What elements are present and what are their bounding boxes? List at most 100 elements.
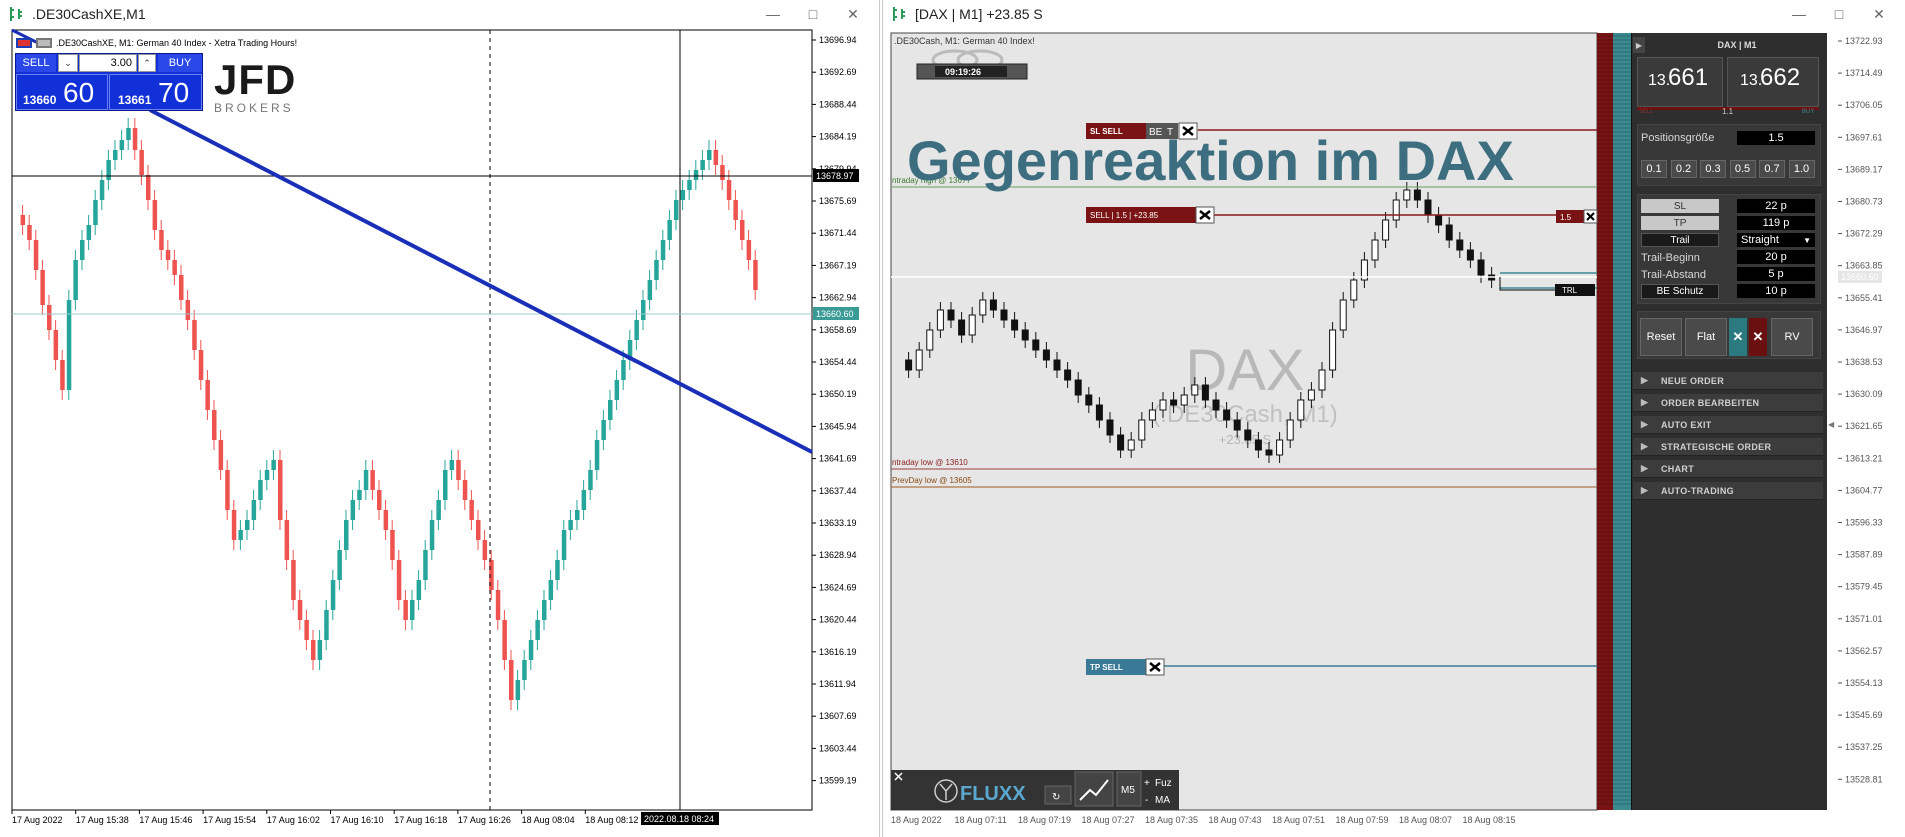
panel-header: DAX | M1	[1717, 40, 1757, 50]
price-tick-label: 13689.17	[1845, 164, 1883, 174]
panel-collapse-icon[interactable]: ▶	[1633, 37, 1645, 53]
panel-section-label: AUTO EXIT	[1661, 419, 1712, 430]
candle-body	[1456, 239, 1464, 251]
sl-toggle[interactable]: SL	[1641, 199, 1719, 213]
prevday-low-label: PrevDay low @ 13605	[892, 476, 972, 485]
candle-body	[1424, 199, 1432, 216]
close-buy-icon[interactable]: ✕	[1729, 318, 1747, 356]
be-protect-toggle[interactable]: BE Schutz	[1641, 284, 1719, 299]
close-sell-icon[interactable]: ✕	[1749, 318, 1767, 356]
trail-distance-input[interactable]: 5 p	[1737, 267, 1815, 281]
tp-order-label: TP SELL	[1090, 663, 1123, 672]
time-tick-label: 18 Aug 08:07	[1399, 815, 1452, 825]
fuz-button[interactable]: Fuz	[1155, 778, 1172, 789]
panel-section-label: CHART	[1661, 463, 1694, 474]
price-tick-label: 13638.53	[1845, 357, 1883, 367]
candle-body	[1127, 439, 1135, 451]
quick-size-button[interactable]: 1.0	[1788, 160, 1815, 178]
intraday-low-label: ntraday low @ 13610	[892, 458, 968, 467]
candle-body	[1392, 199, 1400, 221]
quick-size-button[interactable]: 0.5	[1729, 160, 1756, 178]
trail-distance-label: Trail-Abstand	[1641, 269, 1707, 281]
panel-expand-icon[interactable]: ◀	[1828, 420, 1834, 429]
candle-body	[1095, 404, 1103, 421]
position-size-label: Positionsgröße	[1641, 132, 1715, 144]
ask-small: 13.	[1740, 72, 1763, 89]
time-tick-label: 18 Aug 07:19	[1018, 815, 1071, 825]
quick-size-button[interactable]: 0.7	[1759, 160, 1785, 178]
plus-label[interactable]: +	[1144, 778, 1150, 789]
trl-tag-label: TRL	[1562, 286, 1578, 295]
quick-size-button[interactable]: 0.1	[1641, 160, 1667, 178]
volume-profile-red-bar	[1597, 33, 1613, 810]
position-size-input[interactable]: 1.5	[1737, 131, 1815, 145]
volume-profile-teal-bar	[1613, 33, 1631, 810]
minus-label[interactable]: -	[1145, 795, 1148, 806]
candle-body	[1074, 379, 1082, 396]
candle-body	[989, 299, 997, 311]
candle-body	[1180, 394, 1188, 406]
candle-body	[1382, 219, 1390, 241]
candle-body	[968, 314, 976, 336]
rv-button[interactable]: RV	[1771, 318, 1813, 356]
candle-body	[1021, 329, 1029, 341]
price-tick-label: 13630.09	[1845, 389, 1883, 399]
trail-begin-input[interactable]: 20 p	[1737, 250, 1815, 264]
price-tick-label: 13706.05	[1845, 100, 1883, 110]
candle-body	[1435, 214, 1443, 226]
trend-tool-button[interactable]	[1074, 771, 1114, 807]
candle-body	[1339, 299, 1347, 331]
price-tick-label: 13587.89	[1845, 550, 1883, 560]
candle-body	[1244, 429, 1252, 441]
price-tick-label: 13554.13	[1845, 678, 1883, 688]
panel-section-auto-trading[interactable]: ▶ AUTO-TRADING	[1633, 482, 1823, 500]
right-bid-price-tag: 13660.60	[1841, 272, 1879, 282]
right-chart-header: .DE30Cash, M1: German 40 Index!	[894, 36, 1035, 46]
trail-begin-label: Trail-Beginn	[1641, 252, 1700, 264]
right-time-axis: 18 Aug 2022 18 Aug 07:11 18 Aug 07:19 18 Au…	[891, 815, 1516, 825]
reset-button[interactable]: Reset	[1640, 318, 1682, 356]
ma-button[interactable]: MA	[1155, 795, 1170, 806]
be-protect-input[interactable]: 10 p	[1737, 284, 1815, 298]
panel-section-strategische-order[interactable]: ▶ STRATEGISCHE ORDER	[1633, 438, 1823, 456]
candle-body	[1276, 439, 1284, 456]
timeframe-m5-label: M5	[1121, 785, 1135, 796]
lot-tag-label: 1.5	[1560, 213, 1572, 222]
right-chart[interactable]: .DE30Cash, M1: German 40 Index! 09:19:26…	[0, 0, 1905, 837]
sl-input[interactable]: 22 p	[1737, 199, 1815, 213]
time-tick-label: 18 Aug 07:11	[955, 815, 1007, 825]
time-tick-label: 18 Aug 07:51	[1272, 815, 1325, 825]
watermark-subtitle: (.DE30Cash, M1)	[1152, 401, 1337, 428]
candle-body	[1106, 419, 1114, 436]
panel-section-neue-order[interactable]: ▶ NEUE ORDER	[1633, 372, 1823, 390]
ask-quote-box[interactable]: 13. 662	[1727, 57, 1819, 107]
panel-section-label: AUTO-TRADING	[1661, 485, 1734, 496]
right-price-axis: 13722.93 13714.49 13706.05 13697.61 13689.17…	[1838, 36, 1883, 784]
panel-section-label: ORDER BEARBEITEN	[1661, 397, 1760, 408]
panel-section-chart[interactable]: ▶ CHART	[1633, 460, 1823, 478]
time-tick-label: 18 Aug 08:15	[1463, 815, 1516, 825]
bid-quote-box[interactable]: 13. 661	[1637, 57, 1723, 107]
price-tick-label: 13714.49	[1845, 68, 1883, 78]
candle-body	[1265, 449, 1273, 456]
price-tick-label: 13621.65	[1845, 421, 1883, 431]
panel-section-order-bearbeiten[interactable]: ▶ ORDER BEARBEITEN	[1633, 394, 1823, 412]
trail-toggle[interactable]: Trail	[1641, 233, 1719, 247]
candle-body	[1053, 359, 1061, 371]
candle-body	[1350, 279, 1358, 301]
quick-size-button[interactable]: 0.3	[1700, 160, 1726, 178]
quick-size-button[interactable]: 0.2	[1670, 160, 1697, 178]
candle-body	[979, 299, 987, 316]
headline-overlay: Gegenreaktion im DAX	[907, 129, 1514, 192]
time-tick-label: 18 Aug 2022	[891, 815, 942, 825]
flat-button[interactable]: Flat	[1685, 318, 1727, 356]
tp-input[interactable]: 119 p	[1737, 216, 1815, 230]
candle-body	[1233, 419, 1241, 431]
panel-section-auto-exit[interactable]: ▶ AUTO EXIT	[1633, 416, 1823, 434]
tp-toggle[interactable]: TP	[1641, 216, 1719, 230]
price-tick-label: 13613.21	[1845, 453, 1883, 463]
price-tick-label: 13663.85	[1845, 261, 1883, 271]
trail-mode-select[interactable]: Straight ▼	[1737, 233, 1815, 247]
candle-body	[1064, 369, 1072, 381]
candle-body	[958, 319, 966, 336]
